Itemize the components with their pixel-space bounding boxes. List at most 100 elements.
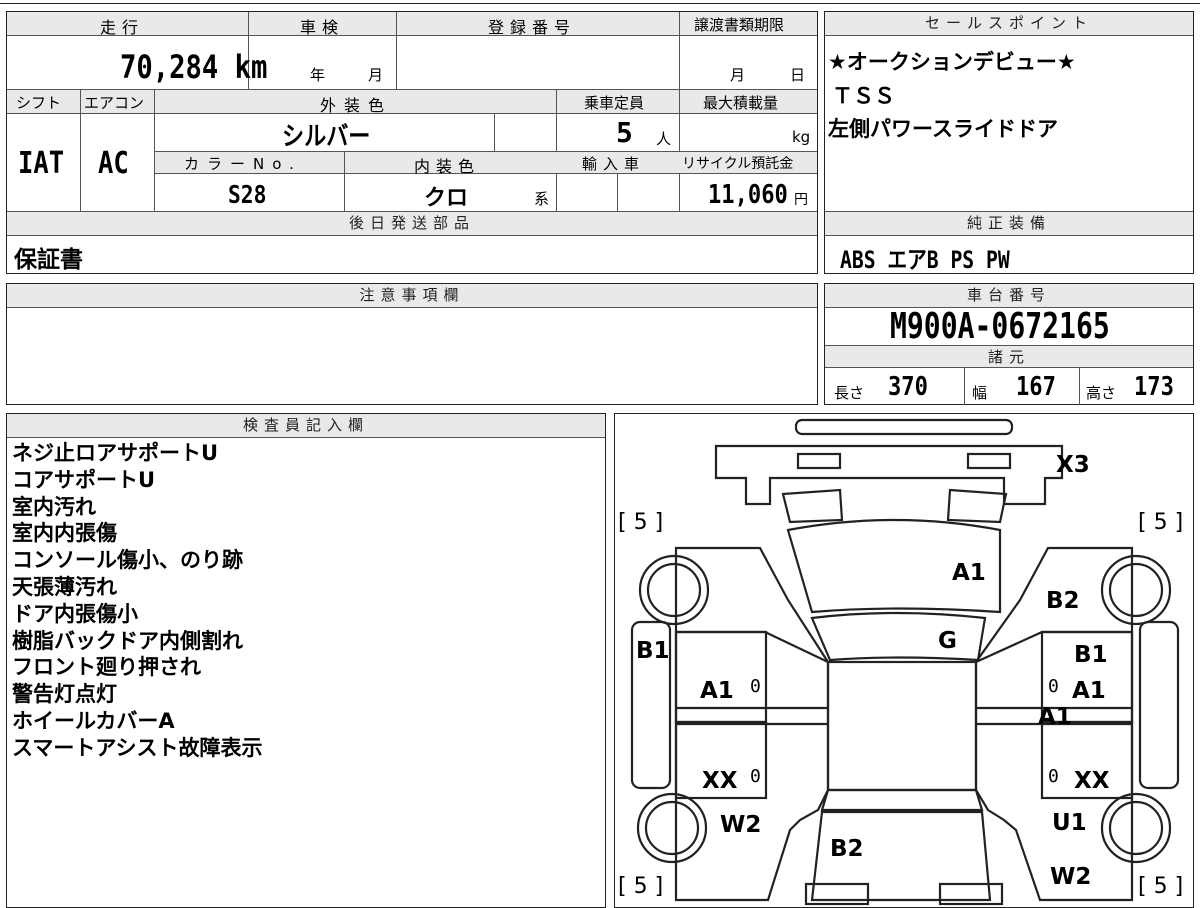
lamp-right	[946, 488, 1007, 523]
headlight-right	[966, 452, 1011, 469]
ac-label: エアコン	[84, 94, 145, 112]
lamp-left	[781, 488, 843, 523]
mark-fender-right: B2	[1046, 588, 1080, 614]
tire-tread-fr: [ 5 ]	[1138, 510, 1184, 535]
capacity-value: 5	[616, 116, 633, 149]
width-value: 167	[1016, 372, 1056, 402]
interior-unit: 系	[534, 190, 550, 208]
inspector-notes: ネジ止ロアサポートU コアサポートU 室内汚れ 室内内張傷 コンソール傷小、のり…	[12, 440, 263, 762]
mark-bumper: X3	[1056, 452, 1090, 478]
later-parts-header: 後日発送部品	[7, 212, 817, 236]
zero-mark: 0	[750, 766, 761, 787]
interior-label: 内装色	[414, 157, 481, 176]
mark-left-front-door: A1	[700, 678, 734, 704]
headlight-left	[796, 452, 841, 469]
shaken-year-unit: 年	[310, 66, 326, 84]
zero-mark: 0	[1048, 676, 1059, 697]
height-label: 高さ	[1086, 384, 1117, 402]
divider	[964, 368, 965, 405]
inspector-note: 室内内張傷	[12, 521, 117, 546]
reg-no-label: 登録番号	[488, 18, 577, 37]
shift-value: IAT	[18, 146, 65, 181]
rear-glass	[820, 788, 983, 811]
mark-rear-fender-right: U1	[1052, 810, 1087, 836]
sales-point-line: ＴＳＳ	[832, 84, 895, 108]
mark-right-door-top: B1	[1074, 642, 1108, 668]
inspector-note: ネジ止ロアサポートU	[12, 441, 219, 465]
interior-value: クロ	[424, 186, 469, 211]
tire-tread-fl: [ 5 ]	[618, 510, 664, 535]
shaken-month-unit: 月	[368, 66, 384, 84]
mark-rear: B2	[830, 836, 864, 862]
mark-windshield: G	[938, 628, 957, 654]
notice-label: 注意事項欄	[359, 286, 465, 304]
recycle-unit: 円	[794, 192, 808, 208]
specs-label: 諸元	[987, 348, 1030, 366]
sales-points-label: セールスポイント	[924, 14, 1093, 32]
roof	[826, 660, 977, 791]
equipment-label: 純正装備	[966, 214, 1051, 232]
tire-rear-left	[636, 792, 707, 863]
later-parts-value: 保証書	[14, 247, 83, 273]
width-label: 幅	[972, 384, 988, 402]
divider	[396, 12, 397, 89]
tire-front-left	[638, 554, 709, 625]
color-no-value: S28	[228, 180, 267, 209]
top-edge-line	[0, 3, 1200, 4]
specs-header: 諸元	[825, 346, 1193, 368]
exterior-label: 外装色	[320, 96, 393, 115]
sales-point-line: 左側パワースライドドア	[828, 117, 1058, 141]
height-value: 173	[1134, 372, 1174, 402]
sales-point-line: ★オークションデビュー★	[828, 50, 1076, 74]
chassis-label: 車台番号	[966, 286, 1051, 304]
transfer-day-unit: 日	[790, 66, 806, 84]
mileage-value: 70,284 km	[120, 48, 267, 86]
shift-label: シフト	[16, 94, 62, 112]
zero-mark: 0	[750, 676, 761, 697]
divider	[1079, 368, 1080, 405]
divider	[617, 174, 618, 211]
inspector-label: 検査員記入欄	[242, 416, 369, 434]
divider	[344, 152, 345, 211]
front-bumper-strip	[794, 418, 1013, 435]
right-side-panel	[1138, 620, 1179, 789]
ac-value: AC	[98, 146, 129, 181]
divider	[679, 12, 680, 89]
inspector-note: ホイールカバーA	[12, 708, 175, 733]
inspector-header: 検査員記入欄	[7, 414, 605, 438]
color-no-label: カラーNo.	[184, 155, 302, 173]
equipment-header: 純正装備	[825, 212, 1193, 236]
inspector-note: ドア内張傷小	[12, 601, 138, 626]
inspector-note: コアサポートU	[12, 467, 156, 492]
recycle-value: 11,060	[708, 180, 788, 210]
mark-fender-left: B1	[636, 638, 670, 664]
zero-mark: 0	[1048, 766, 1059, 787]
inspector-note: 樹脂バックドア内側割れ	[12, 628, 243, 653]
sales-points-header: セールスポイント	[825, 12, 1193, 36]
windshield	[809, 611, 986, 661]
inspector-note: 天張薄汚れ	[12, 574, 117, 599]
chassis-value: M900A-0672165	[890, 306, 1110, 347]
tire-front-right	[1100, 554, 1171, 625]
mark-hood: A1	[952, 560, 986, 586]
divider	[494, 114, 495, 152]
mark-rear-fender-left: W2	[720, 812, 762, 838]
mileage-number: 70,284	[120, 48, 219, 86]
recycle-label: リサイクル預託金	[682, 156, 794, 172]
length-value: 370	[888, 372, 928, 402]
tire-tread-rr: [ 5 ]	[1138, 874, 1184, 899]
capacity-label: 乗車定員	[584, 94, 645, 112]
inspector-note: スマートアシスト故障表示	[12, 735, 263, 760]
right-line	[975, 630, 1132, 663]
transfer-label: 譲渡書類期限	[694, 16, 785, 34]
max-load-label: 最大積載量	[703, 94, 779, 112]
tire-rear-right	[1100, 792, 1171, 863]
mark-right-front-door-2: A1	[1038, 704, 1072, 730]
notice-header: 注意事項欄	[7, 284, 817, 308]
inspector-note: 警告灯点灯	[12, 682, 117, 707]
equipment-value: ABS エアB PS PW	[840, 246, 1010, 274]
divider	[80, 90, 81, 211]
mark-right-rear-door: XX	[1074, 768, 1110, 794]
mark-left-rear-door: XX	[702, 768, 738, 794]
capacity-unit: 人	[656, 130, 672, 148]
